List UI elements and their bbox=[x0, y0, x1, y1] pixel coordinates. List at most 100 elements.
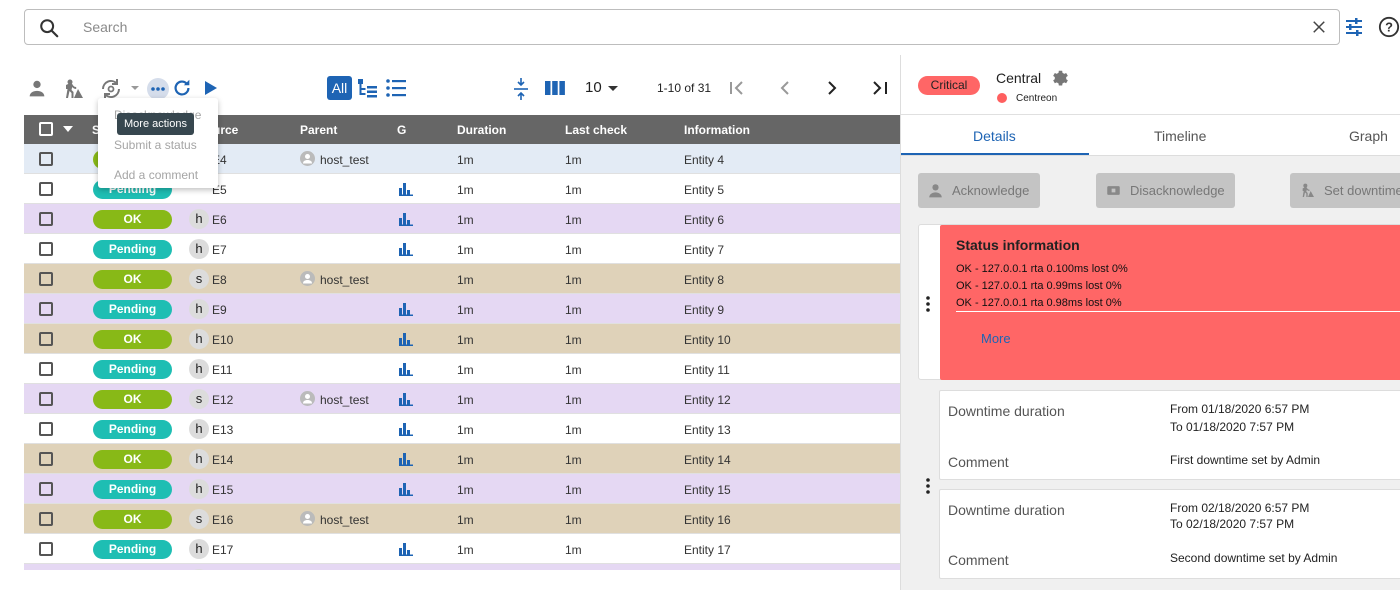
more-vert-icon[interactable] bbox=[922, 295, 934, 313]
tab-timeline[interactable]: Timeline bbox=[1154, 128, 1206, 144]
chevron-down-icon[interactable] bbox=[130, 84, 140, 92]
menu-item-submit-status[interactable]: Submit a status bbox=[114, 138, 197, 152]
more-button[interactable]: More bbox=[981, 331, 1011, 346]
tab-graph[interactable]: Graph bbox=[1349, 128, 1388, 144]
set-downtime-button[interactable]: Set downtime bbox=[1290, 173, 1400, 208]
row-density-icon[interactable] bbox=[512, 77, 530, 101]
table-row[interactable]: Pending h E17 1m 1m Entity 17 bbox=[24, 534, 900, 564]
last-check-cell: 1m bbox=[565, 333, 582, 347]
table-row[interactable]: OKhE181m1mEntity 18 bbox=[24, 564, 900, 570]
column-duration[interactable]: Duration bbox=[457, 123, 506, 137]
acknowledge-button[interactable]: Acknowledge bbox=[918, 173, 1040, 208]
filter-settings-icon[interactable] bbox=[1344, 18, 1364, 36]
table-row[interactable]: OK s E12 host_test 1m 1m Entity 12 bbox=[24, 384, 900, 414]
gear-icon[interactable] bbox=[1049, 68, 1069, 88]
status-line: OK - 127.0.0.1 rta 0.98ms lost 0% bbox=[956, 297, 1122, 309]
set-downtime-icon[interactable] bbox=[62, 77, 86, 101]
table-row[interactable]: Pending h E11 1m 1m Entity 11 bbox=[24, 354, 900, 384]
row-checkbox[interactable] bbox=[39, 332, 53, 346]
resource-type-avatar: h bbox=[189, 329, 209, 349]
parent-avatar-icon bbox=[300, 391, 315, 406]
table-row[interactable]: OK h E10 1m 1m Entity 10 bbox=[24, 324, 900, 354]
table-row[interactable]: OK s E8 host_test 1m 1m Entity 8 bbox=[24, 264, 900, 294]
previous-page-icon[interactable] bbox=[775, 78, 795, 98]
select-all-checkbox[interactable] bbox=[39, 122, 53, 136]
table-row[interactable]: OK h E6 1m 1m Entity 6 bbox=[24, 204, 900, 234]
status-badge: Pending bbox=[93, 240, 172, 259]
row-checkbox[interactable] bbox=[39, 272, 53, 286]
information-cell: Entity 5 bbox=[684, 183, 725, 197]
row-checkbox[interactable] bbox=[39, 482, 53, 496]
last-check-cell: 1m bbox=[565, 363, 582, 377]
acknowledge-icon bbox=[929, 184, 942, 198]
graph-icon[interactable] bbox=[399, 333, 413, 346]
last-page-icon[interactable] bbox=[870, 78, 890, 98]
help-icon[interactable]: ? bbox=[1378, 16, 1400, 38]
tab-details[interactable]: Details bbox=[973, 128, 1016, 144]
graph-icon[interactable] bbox=[399, 213, 413, 226]
view-all-button[interactable]: All bbox=[327, 76, 352, 100]
table-row[interactable]: OK h E14 1m 1m Entity 14 bbox=[24, 444, 900, 474]
graph-icon[interactable] bbox=[399, 303, 413, 316]
column-parent[interactable]: Parent bbox=[300, 123, 337, 137]
more-actions-icon[interactable] bbox=[147, 78, 169, 100]
rows-per-page-select[interactable]: 10 bbox=[585, 79, 602, 96]
downtimes-card: Downtime duration From 01/18/2020 6:57 P… bbox=[918, 390, 1400, 588]
graph-icon[interactable] bbox=[399, 183, 413, 196]
table-row[interactable]: OK s E16 host_test 1m 1m Entity 16 bbox=[24, 504, 900, 534]
row-checkbox[interactable] bbox=[39, 362, 53, 376]
view-tree-icon[interactable] bbox=[357, 77, 379, 99]
close-icon[interactable] bbox=[1310, 18, 1328, 36]
graph-icon[interactable] bbox=[399, 483, 413, 496]
more-vert-icon[interactable] bbox=[922, 477, 934, 495]
row-checkbox[interactable] bbox=[39, 542, 53, 556]
table-row[interactable]: Pending h E7 1m 1m Entity 7 bbox=[24, 234, 900, 264]
status-information-title: Status information bbox=[956, 237, 1080, 253]
resource-name: E10 bbox=[212, 333, 234, 347]
status-badge: OK bbox=[93, 330, 172, 349]
resource-type-avatar: s bbox=[189, 269, 209, 289]
refresh-icon[interactable] bbox=[171, 77, 193, 99]
table-row[interactable]: Pending h E9 1m 1m Entity 9 bbox=[24, 294, 900, 324]
row-checkbox[interactable] bbox=[39, 302, 53, 316]
column-graph[interactable]: G bbox=[397, 123, 406, 137]
row-checkbox[interactable] bbox=[39, 152, 53, 166]
play-icon[interactable] bbox=[203, 80, 219, 96]
resource-type-avatar: h bbox=[189, 419, 209, 439]
column-last-check[interactable]: Last check bbox=[565, 123, 627, 137]
last-check-cell: 1m bbox=[565, 273, 582, 287]
graph-icon[interactable] bbox=[399, 543, 413, 556]
menu-item-add-comment[interactable]: Add a comment bbox=[114, 168, 198, 182]
resource-name: E15 bbox=[212, 483, 234, 497]
graph-icon[interactable] bbox=[399, 243, 413, 256]
acknowledge-icon[interactable] bbox=[26, 78, 48, 100]
columns-icon[interactable] bbox=[544, 79, 566, 97]
view-list-icon[interactable] bbox=[385, 78, 407, 98]
table-row[interactable]: Pending h E13 1m 1m Entity 13 bbox=[24, 414, 900, 444]
resource-name: E9 bbox=[212, 303, 227, 317]
graph-icon[interactable] bbox=[399, 453, 413, 466]
next-page-icon[interactable] bbox=[822, 78, 842, 98]
graph-icon[interactable] bbox=[399, 393, 413, 406]
row-checkbox[interactable] bbox=[39, 452, 53, 466]
row-checkbox[interactable] bbox=[39, 512, 53, 526]
row-checkbox[interactable] bbox=[39, 422, 53, 436]
row-checkbox[interactable] bbox=[39, 392, 53, 406]
table-row[interactable]: Pending h E15 1m 1m Entity 15 bbox=[24, 474, 900, 504]
search-input[interactable] bbox=[83, 16, 1283, 38]
disacknowledge-button[interactable]: Disacknowledge bbox=[1096, 173, 1235, 208]
first-page-icon[interactable] bbox=[727, 78, 747, 98]
downtime-comment: Second downtime set by Admin bbox=[1170, 551, 1338, 565]
parent-status-dot bbox=[997, 93, 1007, 103]
graph-icon[interactable] bbox=[399, 363, 413, 376]
row-checkbox[interactable] bbox=[39, 182, 53, 196]
duration-cell: 1m bbox=[457, 183, 474, 197]
row-checkbox[interactable] bbox=[39, 242, 53, 256]
resource-type-avatar: h bbox=[189, 239, 209, 259]
row-checkbox[interactable] bbox=[39, 212, 53, 226]
column-information[interactable]: Information bbox=[684, 123, 750, 137]
graph-icon[interactable] bbox=[399, 423, 413, 436]
resource-type-avatar: h bbox=[189, 449, 209, 469]
chevron-down-icon[interactable] bbox=[607, 85, 619, 93]
chevron-down-icon[interactable] bbox=[63, 126, 73, 133]
